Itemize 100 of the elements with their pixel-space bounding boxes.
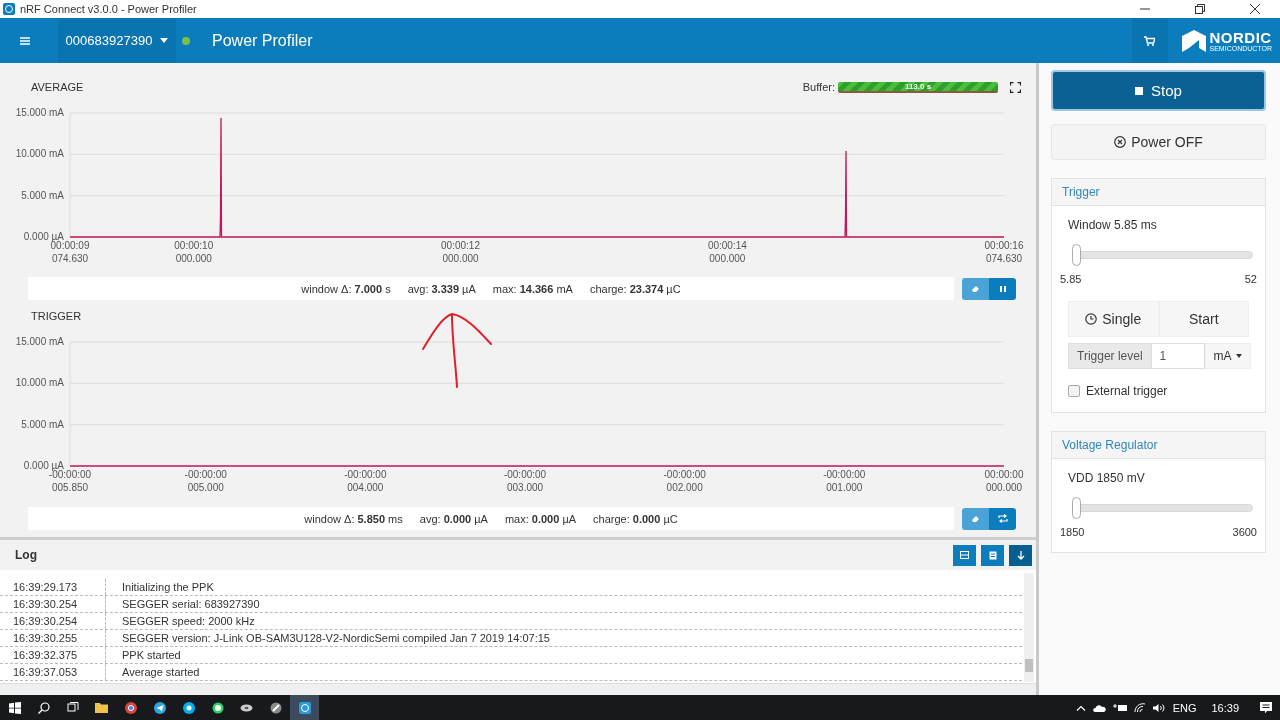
- slider-track[interactable]: [1072, 497, 1253, 519]
- axis-label: -00:00:00 002.000: [663, 469, 706, 493]
- axis-label: -00:00:00 003.000: [503, 469, 547, 493]
- stat-text: max: 0.000 µA: [504, 512, 577, 525]
- notification-icon: [1260, 701, 1272, 714]
- cart-button[interactable]: [1131, 18, 1168, 63]
- app-title: Power Profiler: [212, 31, 313, 50]
- circle-x-icon: [1114, 136, 1127, 148]
- card-title: Trigger: [1052, 179, 1265, 206]
- log-message: SEGGER serial: 683927390: [121, 598, 260, 610]
- language-indicator[interactable]: ENG: [1172, 701, 1197, 714]
- axis-label: 00:00:16 074.630: [984, 240, 1024, 264]
- scroll-down-button[interactable]: [1009, 544, 1032, 566]
- arrow-down-icon: [1016, 550, 1025, 560]
- axis-label: 0.000 µA: [23, 460, 64, 471]
- battery-plug-icon: [1112, 703, 1127, 712]
- windows-logo-icon: [8, 701, 21, 714]
- start-button[interactable]: Start: [1158, 301, 1249, 337]
- stat-text: avg: 3.339 µA: [407, 282, 476, 295]
- document-icon: [988, 550, 997, 560]
- app-icon: [298, 701, 311, 714]
- slider-thumb[interactable]: [1072, 244, 1081, 266]
- restore-icon: [1195, 4, 1205, 14]
- scrollbar[interactable]: [0, 683, 1036, 695]
- checkbox-label: External trigger: [1086, 384, 1168, 398]
- repeat-button[interactable]: [989, 507, 1016, 530]
- slider-thumb[interactable]: [1072, 497, 1081, 519]
- clock-icon: [1085, 313, 1098, 325]
- unit-dropdown[interactable]: mA: [1204, 343, 1251, 369]
- log-message: SEGGER version: J-Link OB-SAM3U128-V2-NordicSemi compiled Jan 7 2019 14:07:15: [121, 632, 550, 644]
- trigger-level-input[interactable]: 1: [1151, 343, 1205, 369]
- chat-icon: [182, 701, 195, 714]
- axis-label: -00:00:00 004.000: [344, 469, 387, 493]
- axis-label: 15.000 mA: [15, 336, 64, 347]
- slider-max-label: 3600: [1232, 526, 1257, 538]
- log-time: 16:39:30.255: [0, 630, 106, 646]
- stat-text: window Δ: 7.000 s: [301, 282, 391, 295]
- eraser-button[interactable]: [962, 507, 989, 530]
- browser-icon: [124, 701, 137, 714]
- slider-track[interactable]: [1072, 244, 1253, 266]
- eraser-button[interactable]: [962, 277, 989, 300]
- logo-mark-icon: [1179, 27, 1208, 54]
- cloud-icon: [1092, 703, 1106, 712]
- power-off-button[interactable]: Power OFF: [1051, 124, 1266, 160]
- logo-text: NORDIC: [1209, 29, 1272, 45]
- menu-icon: [20, 36, 30, 45]
- window-title: nRF Connect v3.0.0 - Power Profiler: [20, 3, 197, 15]
- card-title: Voltage Regulator: [1052, 432, 1265, 459]
- log-message: Average started: [121, 666, 200, 678]
- stat-text: window Δ: 5.850 ms: [304, 512, 403, 525]
- device-selector[interactable]: 000683927390: [58, 18, 176, 63]
- axis-label: 5.000 mA: [21, 189, 64, 201]
- stat-text: avg: 0.000 µA: [419, 512, 488, 525]
- axis-label: 5.000 mA: [21, 418, 64, 430]
- slider-max-label: 52: [1244, 273, 1257, 285]
- scrollbar[interactable]: [1024, 573, 1034, 682]
- phone-bubble-icon: [211, 701, 224, 714]
- window-icon: [960, 551, 969, 559]
- pause-button[interactable]: [989, 277, 1016, 300]
- eraser-icon: [971, 284, 980, 293]
- task-view-icon: [66, 702, 79, 713]
- cart-icon: [1144, 35, 1155, 46]
- fullscreen-icon: [1010, 81, 1021, 93]
- tool-icon: [269, 701, 282, 714]
- pause-icon: [998, 284, 1007, 293]
- axis-label: 10.000 mA: [15, 148, 64, 160]
- folder-icon: [95, 702, 108, 713]
- axis-label: -00:00:00 005.850: [48, 469, 92, 493]
- axis-label: 00:00:12 000.000: [441, 240, 480, 264]
- section-title: AVERAGE: [31, 81, 84, 93]
- repeat-icon: [997, 514, 1008, 523]
- caret-icon: [160, 38, 169, 43]
- slider-min-label: 5.85: [1060, 273, 1082, 285]
- paper-plane-icon: [153, 701, 166, 714]
- stop-button[interactable]: Stop: [1051, 70, 1266, 111]
- window-button[interactable]: [953, 544, 976, 566]
- speaker-icon: [1152, 702, 1166, 713]
- axis-label: 00:00:09 074.630: [50, 240, 90, 264]
- axis-label: 00:00:00 000.000: [984, 469, 1024, 493]
- document-button[interactable]: [981, 544, 1004, 566]
- axis-label: 00:00:14 000.000: [707, 240, 747, 264]
- slider-min-label: 1850: [1060, 526, 1085, 538]
- log-time: 16:39:30.254: [0, 596, 106, 612]
- log-message: Initializing the PPK: [121, 581, 214, 593]
- wifi-icon: [1133, 702, 1146, 713]
- log-time: 16:39:29.173: [0, 579, 106, 595]
- caret-icon: [1235, 354, 1242, 358]
- section-title: TRIGGER: [31, 310, 82, 322]
- log-time: 16:39:32.375: [0, 647, 106, 663]
- disc-icon: [240, 702, 253, 713]
- fullscreen-button[interactable]: [1010, 80, 1024, 94]
- clock[interactable]: 16:39: [1211, 701, 1239, 714]
- axis-label: -00:00:00 001.000: [823, 469, 866, 493]
- axis-label: 10.000 mA: [15, 377, 64, 389]
- buffer-fill: 113.0 s: [838, 81, 998, 93]
- buffer-label: Buffer:: [802, 81, 835, 93]
- stat-text: max: 14.366 mA: [492, 282, 573, 295]
- single-button[interactable]: Single: [1068, 301, 1159, 337]
- checkbox[interactable]: [1068, 385, 1080, 397]
- window-label: Window 5.85 ms: [1067, 218, 1158, 232]
